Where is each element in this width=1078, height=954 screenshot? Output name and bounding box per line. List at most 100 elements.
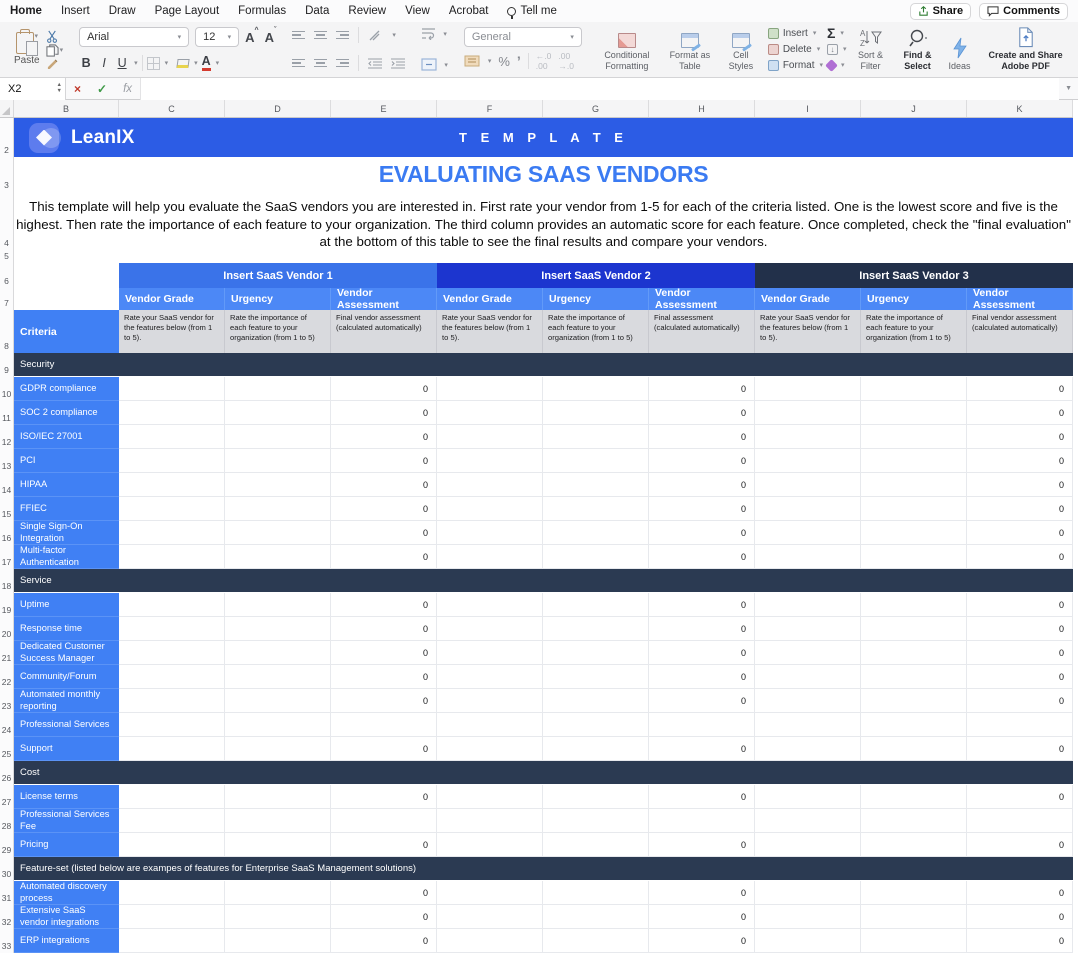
assessment-cell[interactable]: 0 <box>331 641 437 665</box>
confirm-entry-button[interactable]: ✓ <box>89 82 115 96</box>
tab-page-layout[interactable]: Page Layout <box>155 5 220 17</box>
fill-color-button[interactable] <box>176 58 190 68</box>
assessment-cell[interactable]: 0 <box>331 449 437 473</box>
row-header[interactable]: 31 <box>0 881 14 905</box>
grade-cell[interactable] <box>437 833 543 857</box>
description-cell[interactable]: Rate the importance of each feature to y… <box>543 310 649 353</box>
row-header[interactable]: 30 <box>0 857 14 881</box>
intro-text[interactable]: This template will help you evaluate the… <box>14 192 1073 250</box>
assessment-cell[interactable]: 0 <box>649 905 755 929</box>
section-header-cell[interactable]: Feature-set (listed below are exampes of… <box>14 857 1073 881</box>
grade-cell[interactable] <box>755 521 861 545</box>
grade-cell[interactable] <box>119 833 225 857</box>
assessment-cell[interactable]: 0 <box>967 905 1073 929</box>
grow-font-button[interactable]: A^ <box>245 27 258 44</box>
criteria-cell[interactable]: Single Sign-On Integration <box>14 521 119 545</box>
tab-view[interactable]: View <box>405 5 430 17</box>
align-left-button[interactable] <box>292 57 306 70</box>
criteria-cell[interactable]: GDPR compliance <box>14 377 119 401</box>
grade-cell[interactable] <box>755 881 861 905</box>
vendor-header-2[interactable]: Insert SaaS Vendor 2 <box>437 263 755 288</box>
ideas-button[interactable]: Ideas <box>945 25 975 73</box>
decrease-indent-button[interactable] <box>368 57 383 69</box>
urgency-cell[interactable] <box>543 905 649 929</box>
grade-cell[interactable] <box>755 593 861 617</box>
grade-cell[interactable] <box>437 689 543 713</box>
urgency-cell[interactable] <box>861 449 967 473</box>
grade-cell[interactable] <box>119 929 225 953</box>
description-cell[interactable]: Final assessment (calculated automatical… <box>649 310 755 353</box>
assessment-cell[interactable]: 0 <box>649 617 755 641</box>
assessment-cell[interactable]: 0 <box>331 665 437 689</box>
grade-cell[interactable] <box>755 425 861 449</box>
fill-button[interactable]: ↓ ▾ <box>827 42 847 56</box>
row-header[interactable]: 25 <box>0 737 14 761</box>
urgency-cell[interactable] <box>543 473 649 497</box>
subheader-cell[interactable]: Vendor Grade <box>437 288 543 310</box>
grade-cell[interactable] <box>119 449 225 473</box>
assessment-cell[interactable]: 0 <box>967 833 1073 857</box>
assessment-cell[interactable] <box>331 809 437 833</box>
grade-cell[interactable] <box>119 473 225 497</box>
criteria-cell[interactable]: Uptime <box>14 593 119 617</box>
assessment-cell[interactable] <box>649 809 755 833</box>
urgency-cell[interactable] <box>861 737 967 761</box>
row-header[interactable]: 28 <box>0 809 14 833</box>
column-header-H[interactable]: H <box>649 100 755 117</box>
merge-center-button[interactable] <box>421 58 437 71</box>
cancel-entry-button[interactable]: × <box>66 82 89 96</box>
criteria-cell[interactable]: Multi-factor Authentication <box>14 545 119 569</box>
grade-cell[interactable] <box>119 785 225 809</box>
grade-cell[interactable] <box>119 881 225 905</box>
urgency-cell[interactable] <box>543 713 649 737</box>
urgency-cell[interactable] <box>225 689 331 713</box>
assessment-cell[interactable] <box>967 713 1073 737</box>
urgency-cell[interactable] <box>861 617 967 641</box>
row-header[interactable]: 17 <box>0 545 14 569</box>
urgency-cell[interactable] <box>861 545 967 569</box>
row-header[interactable]: 5 <box>0 250 14 263</box>
column-header-G[interactable]: G <box>543 100 649 117</box>
grade-cell[interactable] <box>119 809 225 833</box>
urgency-cell[interactable] <box>543 665 649 689</box>
assessment-cell[interactable]: 0 <box>967 401 1073 425</box>
grade-cell[interactable] <box>119 617 225 641</box>
grade-cell[interactable] <box>755 401 861 425</box>
criteria-cell[interactable]: Automated discovery process <box>14 881 119 905</box>
criteria-cell[interactable]: Automated monthly reporting <box>14 689 119 713</box>
row-header[interactable]: 14 <box>0 473 14 497</box>
urgency-cell[interactable] <box>543 689 649 713</box>
column-header-C[interactable]: C <box>119 100 225 117</box>
column-header-B[interactable]: B <box>14 100 119 117</box>
grade-cell[interactable] <box>437 809 543 833</box>
subheader-cell[interactable]: Urgency <box>225 288 331 310</box>
urgency-cell[interactable] <box>861 809 967 833</box>
assessment-cell[interactable]: 0 <box>331 473 437 497</box>
subheader-cell[interactable]: Urgency <box>543 288 649 310</box>
urgency-cell[interactable] <box>543 521 649 545</box>
grade-cell[interactable] <box>437 905 543 929</box>
assessment-cell[interactable] <box>967 809 1073 833</box>
number-format-select[interactable]: General ▾ <box>463 27 582 47</box>
assessment-cell[interactable]: 0 <box>967 521 1073 545</box>
assessment-cell[interactable]: 0 <box>649 425 755 449</box>
insert-function-button[interactable]: fx <box>115 83 140 95</box>
grade-cell[interactable] <box>437 425 543 449</box>
urgency-cell[interactable] <box>225 425 331 449</box>
urgency-cell[interactable] <box>861 881 967 905</box>
urgency-cell[interactable] <box>225 905 331 929</box>
grade-cell[interactable] <box>437 401 543 425</box>
row-header[interactable]: 10 <box>0 377 14 401</box>
assessment-cell[interactable]: 0 <box>331 401 437 425</box>
urgency-cell[interactable] <box>225 929 331 953</box>
urgency-cell[interactable] <box>861 377 967 401</box>
subheader-cell[interactable]: Urgency <box>861 288 967 310</box>
urgency-cell[interactable] <box>861 641 967 665</box>
urgency-cell[interactable] <box>543 809 649 833</box>
row-header[interactable]: 20 <box>0 617 14 641</box>
font-color-button[interactable]: A <box>201 55 211 71</box>
urgency-cell[interactable] <box>861 401 967 425</box>
cut-button[interactable] <box>46 30 64 43</box>
assessment-cell[interactable]: 0 <box>331 905 437 929</box>
grade-cell[interactable] <box>437 545 543 569</box>
